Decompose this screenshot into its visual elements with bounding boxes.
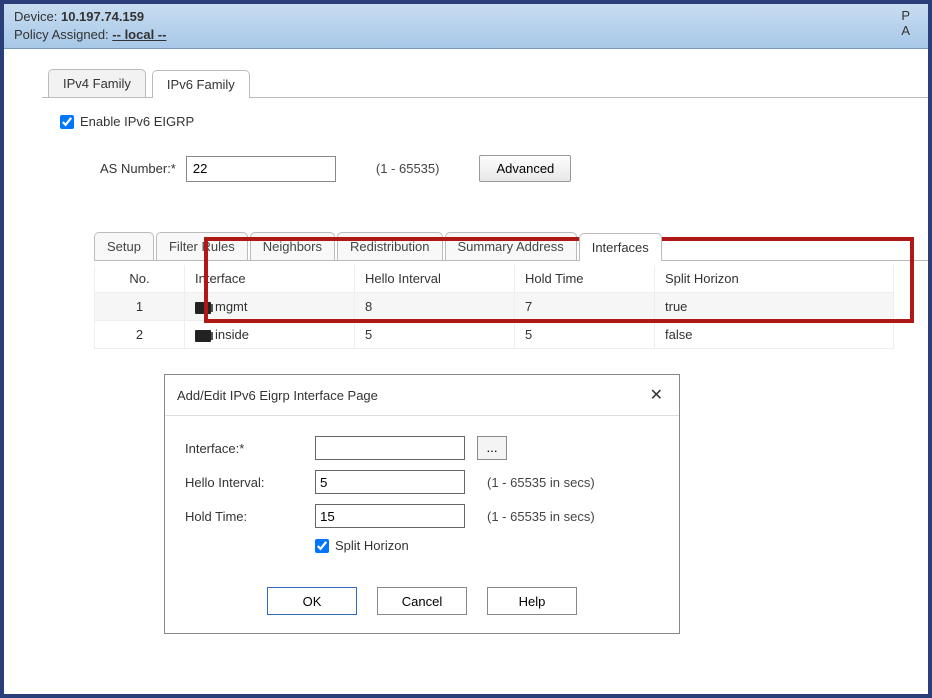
cell-hello: 5	[355, 321, 515, 349]
split-horizon-label: Split Horizon	[335, 538, 409, 553]
header-right-bottom: A	[901, 23, 910, 38]
ethernet-port-icon	[195, 330, 211, 342]
col-no: No.	[95, 265, 185, 293]
tab-interfaces[interactable]: Interfaces	[579, 233, 662, 261]
split-horizon-checkbox[interactable]	[315, 539, 329, 553]
hold-time-input[interactable]	[315, 504, 465, 528]
tab-filter-rules[interactable]: Filter Rules	[156, 232, 248, 260]
col-hold-time: Hold Time	[515, 265, 655, 293]
cell-hello: 8	[355, 293, 515, 321]
help-button[interactable]: Help	[487, 587, 577, 615]
tab-setup[interactable]: Setup	[94, 232, 154, 260]
policy-label: Policy Assigned:	[14, 27, 109, 42]
ipv6-panel: Enable IPv6 EIGRP AS Number:* (1 - 65535…	[4, 98, 928, 182]
cell-split: true	[655, 293, 894, 321]
cell-interface: mgmt	[185, 293, 355, 321]
cell-interface: inside	[185, 321, 355, 349]
tab-neighbors[interactable]: Neighbors	[250, 232, 335, 260]
dialog-title: Add/Edit IPv6 Eigrp Interface Page	[177, 388, 378, 403]
close-icon[interactable]: ✕	[646, 385, 667, 405]
hold-time-label: Hold Time:	[185, 509, 315, 524]
tab-ipv4-family[interactable]: IPv4 Family	[48, 69, 146, 97]
device-value: 10.197.74.159	[61, 9, 144, 24]
col-hello-interval: Hello Interval	[355, 265, 515, 293]
cell-hold: 5	[515, 321, 655, 349]
enable-ipv6-eigrp-label: Enable IPv6 EIGRP	[80, 114, 194, 129]
interfaces-table: No. Interface Hello Interval Hold Time S…	[94, 265, 894, 349]
hello-interval-hint: (1 - 65535 in secs)	[487, 475, 595, 490]
family-tabs: IPv4 Family IPv6 Family	[42, 69, 928, 98]
hello-interval-input[interactable]	[315, 470, 465, 494]
hello-interval-label: Hello Interval:	[185, 475, 315, 490]
table-row[interactable]: 2 inside 5 5 false	[95, 321, 894, 349]
as-number-range: (1 - 65535)	[376, 161, 440, 176]
tab-ipv6-family[interactable]: IPv6 Family	[152, 70, 250, 98]
tab-summary-address[interactable]: Summary Address	[445, 232, 577, 260]
col-split-horizon: Split Horizon	[655, 265, 894, 293]
advanced-button[interactable]: Advanced	[479, 155, 571, 182]
cell-no: 1	[95, 293, 185, 321]
as-number-label: AS Number:*	[100, 161, 176, 176]
cancel-button[interactable]: Cancel	[377, 587, 467, 615]
ethernet-port-icon	[195, 302, 211, 314]
add-edit-interface-dialog: Add/Edit IPv6 Eigrp Interface Page ✕ Int…	[164, 374, 680, 634]
interface-browse-button[interactable]: ...	[477, 436, 507, 460]
as-number-input[interactable]	[186, 156, 336, 182]
interface-input[interactable]	[315, 436, 465, 460]
col-interface: Interface	[185, 265, 355, 293]
header-right-top: P	[901, 8, 910, 23]
cell-split: false	[655, 321, 894, 349]
tab-redistribution[interactable]: Redistribution	[337, 232, 443, 260]
eigrp-subtabs: Setup Filter Rules Neighbors Redistribut…	[94, 232, 928, 261]
table-row[interactable]: 1 mgmt 8 7 true	[95, 293, 894, 321]
hold-time-hint: (1 - 65535 in secs)	[487, 509, 595, 524]
device-label: Device:	[14, 9, 57, 24]
app-header: Device: 10.197.74.159 Policy Assigned: -…	[4, 4, 928, 49]
enable-ipv6-eigrp-checkbox[interactable]	[60, 115, 74, 129]
ok-button[interactable]: OK	[267, 587, 357, 615]
policy-value: -- local --	[112, 27, 166, 42]
cell-hold: 7	[515, 293, 655, 321]
cell-no: 2	[95, 321, 185, 349]
interface-label: Interface:*	[185, 441, 315, 456]
